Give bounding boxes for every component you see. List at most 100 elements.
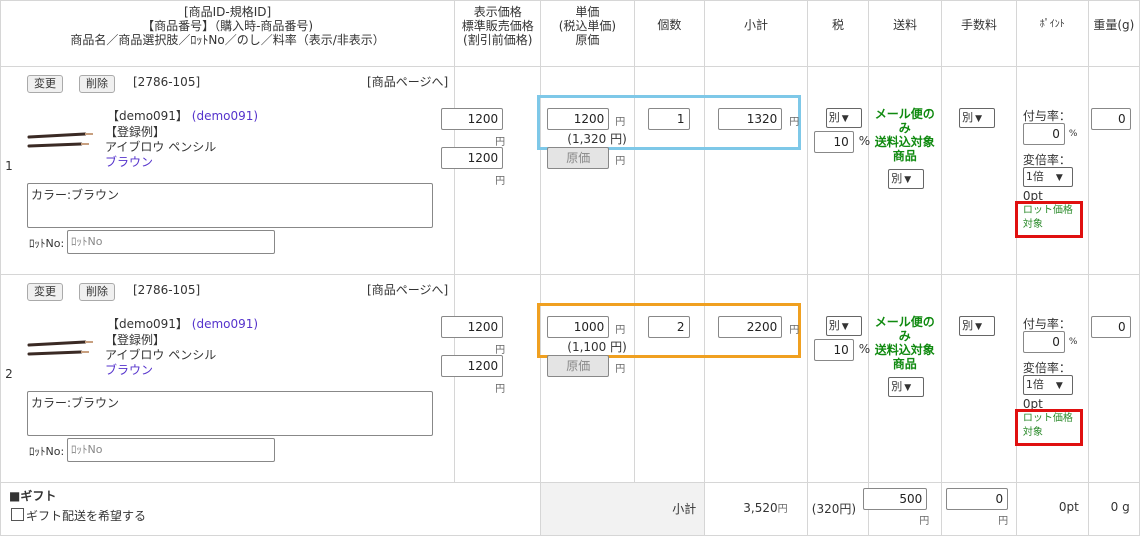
gift-title: ■ギフト	[9, 489, 57, 503]
multiplier-select[interactable]: 1倍 ▼	[1022, 167, 1073, 187]
header-product: [商品ID-規格ID] 【商品番号】（購入時-商品番号) 商品名／商品選択肢／ﾛ…	[0, 0, 456, 67]
chevron-down-icon: ▼	[1055, 173, 1063, 183]
shipping-cell: メール便の み 送料込対象 商品 別 ▼	[868, 274, 943, 483]
chevron-down-icon: ▼	[904, 175, 912, 185]
product-page-link[interactable]: [商品ページへ]	[367, 281, 448, 298]
shipping-note: メール便の み 送料込対象 商品	[869, 107, 940, 163]
subtotal-input[interactable]: 1320	[718, 108, 783, 130]
delete-button[interactable]: 削除	[79, 283, 115, 301]
grant-rate-input[interactable]: 0	[1022, 123, 1065, 145]
fee-cell: 別 ▼	[941, 66, 1017, 275]
lot-input[interactable]: ﾛｯﾄNo	[67, 230, 275, 254]
tax-type-select[interactable]: 別 ▼	[825, 316, 862, 336]
shipping-fee-input[interactable]: 500	[863, 488, 928, 510]
header-point: ﾎﾟｲﾝﾄ	[1015, 0, 1089, 67]
handling-fee-input[interactable]: 0	[946, 488, 1009, 510]
fee-type-select[interactable]: 別 ▼	[959, 108, 996, 128]
standard-price-input[interactable]: 1200	[441, 355, 504, 377]
multiplier-select[interactable]: 1倍 ▼	[1022, 375, 1073, 395]
tax-type-select[interactable]: 別 ▼	[825, 108, 862, 128]
price-cell: 1200 円 1200 円	[441, 274, 542, 483]
product-page-link[interactable]: [商品ページへ]	[367, 73, 448, 90]
header-product-line3: 商品名／商品選択肢／ﾛｯﾄNo／のし／料率（表示/非表示）	[70, 33, 385, 47]
demo-line: 【demo091】 (demo091)	[107, 107, 258, 124]
shipping-note: メール便の み 送料込対象 商品	[869, 315, 940, 371]
header-price-line1: 表示価格	[473, 5, 522, 19]
shipping-type-select[interactable]: 別 ▼	[888, 377, 925, 397]
tax-total-cell: (320円)	[806, 482, 870, 536]
points-total-cell: 0pt	[1015, 482, 1089, 536]
chevron-down-icon: ▼	[1055, 381, 1063, 391]
shipping-type-value: 別	[891, 172, 903, 185]
table-header-row: [商品ID-規格ID] 【商品番号】（購入時-商品番号) 商品名／商品選択肢／ﾛ…	[0, 0, 1141, 67]
subtotal-label-cell: 小計	[540, 482, 706, 536]
footer-row: ■ギフト ギフト配送を希望する 小計 3,520円 (320円) 500 円 0…	[0, 482, 1141, 536]
product-cell: 2 変更 削除 [2786-105] [商品ページへ] 【demo091】 (d…	[0, 274, 456, 483]
unit-price-tax: (1,320 円)	[567, 132, 627, 146]
lot-label: ﾛｯﾄNo:	[29, 237, 65, 250]
subtotal-total: 3,520円	[743, 500, 787, 515]
demo-link[interactable]: (demo091)	[192, 109, 258, 123]
shipping-note-line4: 商品	[892, 357, 917, 371]
header-qty: 個数	[633, 0, 706, 67]
display-price-input[interactable]: 1200	[441, 316, 504, 338]
point-cell: 付与率： 0 % 変倍率： 1倍 ▼ 0pt ロット価格 対象	[1014, 274, 1089, 483]
lot-price-note-line2: 対象	[1022, 427, 1043, 438]
tax-rate-input[interactable]: 10	[813, 339, 854, 361]
tax-type-value: 別	[828, 111, 840, 124]
delete-button[interactable]: 削除	[79, 75, 115, 93]
weight-input[interactable]: 0	[1090, 108, 1131, 130]
unit-price-input[interactable]: 1200	[547, 108, 610, 130]
standard-price-input[interactable]: 1200	[441, 147, 504, 169]
product-thumbnail	[27, 131, 97, 155]
grant-rate-percent: %	[1068, 337, 1078, 347]
change-button[interactable]: 変更	[27, 283, 63, 301]
header-unit: 単価 (税込単価) 原価	[540, 0, 635, 67]
header-shipping: 送料	[868, 0, 943, 67]
chevron-down-icon: ▼	[904, 383, 912, 393]
display-price-input[interactable]: 1200	[441, 108, 504, 130]
gift-checkbox[interactable]	[11, 508, 24, 521]
unit-price-yen: 円	[615, 117, 626, 128]
variant-link[interactable]: ブラウン	[105, 153, 153, 170]
cost-input[interactable]: 原価	[547, 147, 610, 169]
tax-rate-input[interactable]: 10	[813, 131, 854, 153]
shipping-note-line2: み	[898, 329, 911, 343]
multiplier-label: 変倍率：	[1022, 361, 1071, 375]
multiplier-value: 1倍	[1025, 378, 1044, 391]
fee-type-select[interactable]: 別 ▼	[959, 316, 996, 336]
cost-input[interactable]: 原価	[547, 355, 610, 377]
quantity-input[interactable]: 2	[647, 316, 690, 338]
shipping-type-value: 別	[891, 380, 903, 393]
lot-price-note-line1: ロット価格	[1022, 205, 1073, 216]
cost-yen: 円	[615, 156, 626, 167]
gift-checkbox-wrap: ギフト配送を希望する	[11, 507, 146, 524]
point-cell: 付与率： 0 % 変倍率： 1倍 ▼ 0pt ロット価格 対象	[1014, 66, 1089, 275]
unit-price-tax: (1,100 円)	[567, 340, 627, 354]
price-cell: 1200 円 1200 円	[441, 66, 542, 275]
option-textarea[interactable]: カラー:ブラウン	[27, 391, 433, 436]
row-number: 2	[5, 367, 13, 381]
demo-link[interactable]: (demo091)	[192, 317, 258, 331]
lot-input[interactable]: ﾛｯﾄNo	[67, 438, 275, 462]
unit-cell: 1200 円 (1,320 円) 原価 円	[537, 66, 802, 275]
header-subtotal: 小計	[704, 0, 808, 67]
variant-link[interactable]: ブラウン	[105, 361, 153, 378]
chevron-down-icon: ▼	[975, 322, 982, 332]
demo-code: 【demo091】	[107, 317, 188, 331]
unit-price-input[interactable]: 1000	[547, 316, 610, 338]
weight-input[interactable]: 0	[1090, 316, 1131, 338]
change-button[interactable]: 変更	[27, 75, 63, 93]
header-weight: 重量(g)	[1087, 0, 1141, 67]
grant-rate-input[interactable]: 0	[1022, 331, 1065, 353]
subtotal-cell: 1320 円	[704, 66, 808, 275]
multiplier-value: 1倍	[1025, 170, 1044, 183]
lot-price-note-line2: 対象	[1022, 219, 1043, 230]
grant-rate-label: 付与率：	[1022, 109, 1071, 123]
subtotal-input[interactable]: 2200	[718, 316, 783, 338]
option-textarea[interactable]: カラー:ブラウン	[27, 183, 433, 228]
shipping-type-select[interactable]: 別 ▼	[888, 169, 925, 189]
gift-cell: ■ギフト ギフト配送を希望する	[0, 482, 542, 536]
quantity-input[interactable]: 1	[647, 108, 690, 130]
qty-cell: 2	[633, 274, 706, 483]
